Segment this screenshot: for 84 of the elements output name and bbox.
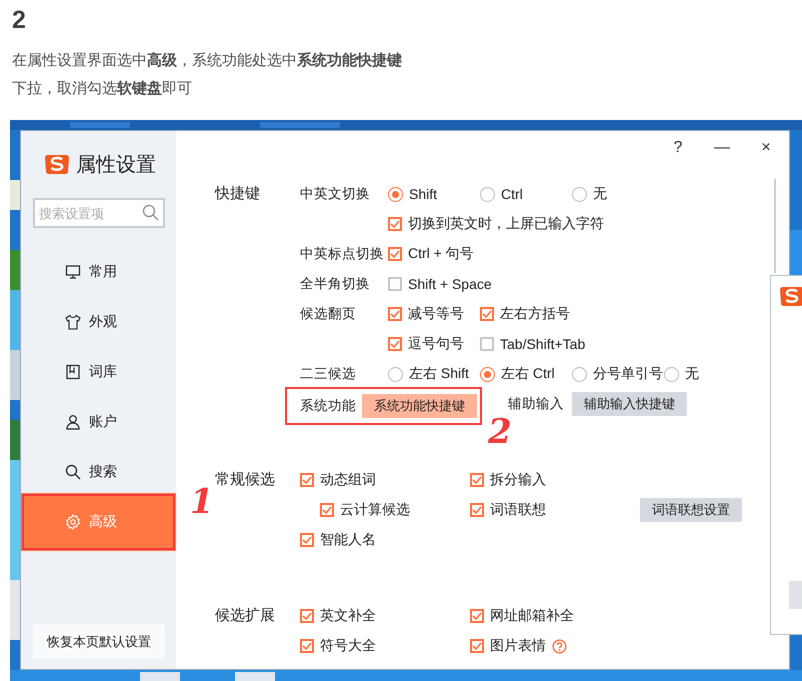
- checkbox[interactable]: [300, 473, 314, 487]
- option-label: 云计算候选: [340, 501, 410, 519]
- option-label: Ctrl + 句号: [408, 245, 474, 263]
- option-label: 动态组词: [320, 471, 376, 489]
- article-paragraph: 下拉，取消勾选软键盘即可: [12, 79, 192, 99]
- help-button[interactable]: ?: [669, 139, 687, 157]
- nav-item[interactable]: 常用: [21, 247, 176, 297]
- section-label: 常规候选: [215, 470, 276, 490]
- article-heading: 2: [12, 5, 26, 36]
- nav-item[interactable]: 账户: [21, 397, 176, 447]
- handwritten-number: 2: [488, 415, 512, 449]
- logo-icon: [44, 152, 70, 176]
- checkbox[interactable]: [300, 639, 314, 653]
- option-label: Shift + Space: [408, 276, 492, 292]
- option-label: 英文补全: [320, 607, 376, 625]
- book-icon: [65, 364, 81, 380]
- option-label: 减号等号: [408, 305, 464, 323]
- setting-label: 中英标点切换: [300, 245, 385, 263]
- section-label: 快捷键: [215, 184, 261, 204]
- checkbox[interactable]: [388, 247, 402, 261]
- option-label: 拆分输入: [490, 471, 546, 489]
- settings-button[interactable]: 系统功能快捷键: [362, 394, 477, 418]
- setting-label: 系统功能: [300, 397, 357, 415]
- close-button[interactable]: ×: [757, 139, 775, 157]
- radio-button[interactable]: [572, 366, 587, 382]
- radio-button[interactable]: [480, 186, 495, 202]
- settings-button[interactable]: 辅助输入快捷键: [572, 392, 687, 416]
- checkbox[interactable]: [480, 307, 494, 321]
- setting-label: 全半角切换: [300, 275, 371, 293]
- reset-defaults-button[interactable]: 恢复本页默认设置: [33, 624, 165, 659]
- checkbox[interactable]: [388, 277, 402, 291]
- checkbox[interactable]: [470, 503, 484, 517]
- setting-label: 辅助输入: [508, 395, 564, 413]
- option-label: 切换到英文时，上屏已输入字符: [408, 215, 604, 233]
- option-label: 左右 Shift: [409, 365, 469, 383]
- nav-item[interactable]: 外观: [21, 297, 176, 347]
- option-label: 符号大全: [320, 637, 376, 655]
- minimize-button[interactable]: —: [713, 139, 731, 157]
- radio-button[interactable]: [664, 366, 679, 382]
- checkbox[interactable]: [470, 609, 484, 623]
- radio-button[interactable]: [480, 366, 495, 382]
- option-label: 智能人名: [320, 531, 376, 549]
- settings-button[interactable]: 词语联想设置: [640, 498, 742, 522]
- search-icon: [142, 204, 159, 221]
- setting-label: 中英文切换: [300, 185, 371, 203]
- checkbox[interactable]: [388, 337, 402, 351]
- radio-button[interactable]: [388, 366, 403, 382]
- checkbox[interactable]: [388, 307, 402, 321]
- option-label: 左右方括号: [500, 305, 570, 323]
- radio-button[interactable]: [572, 186, 587, 202]
- search-icon: [65, 464, 81, 480]
- scrollbar[interactable]: [774, 179, 776, 273]
- option-label: 网址邮箱补全: [490, 607, 574, 625]
- checkbox[interactable]: [470, 639, 484, 653]
- checkbox[interactable]: [480, 337, 494, 351]
- nav-item[interactable]: 词库: [21, 347, 176, 397]
- setting-label: 候选翻页: [300, 305, 357, 323]
- option-label: 逗号句号: [408, 335, 464, 353]
- radio-button[interactable]: [388, 186, 403, 202]
- option-label: Shift: [409, 186, 438, 202]
- checkbox[interactable]: [300, 609, 314, 623]
- checkbox[interactable]: [470, 473, 484, 487]
- option-label: Ctrl: [501, 186, 523, 202]
- option-label: 图片表情: [490, 637, 546, 655]
- search-field[interactable]: 搜索设置项: [33, 198, 165, 228]
- monitor-icon: [65, 264, 81, 280]
- option-label: 左右 Ctrl: [501, 365, 555, 383]
- checkbox[interactable]: [320, 503, 334, 517]
- option-label: 无: [593, 185, 607, 203]
- option-label: 无: [685, 365, 699, 383]
- checkbox[interactable]: [300, 533, 314, 547]
- dialog-title: 属性设置: [76, 152, 156, 178]
- help-icon[interactable]: [552, 638, 567, 654]
- option-label: 词语联想: [490, 501, 546, 519]
- handwritten-number: 1: [190, 485, 214, 519]
- section-label: 候选扩展: [215, 606, 276, 626]
- option-label: 分号单引号: [593, 365, 663, 383]
- setting-label: 二三候选: [300, 365, 357, 383]
- article-paragraph: 在属性设置界面选中高级，系统功能处选中系统功能快捷键: [12, 51, 402, 71]
- option-label: Tab/Shift+Tab: [500, 336, 586, 352]
- person-icon: [65, 414, 81, 430]
- settings-icon: [65, 514, 81, 530]
- checkbox[interactable]: [388, 217, 402, 231]
- shirt-icon: [65, 314, 81, 330]
